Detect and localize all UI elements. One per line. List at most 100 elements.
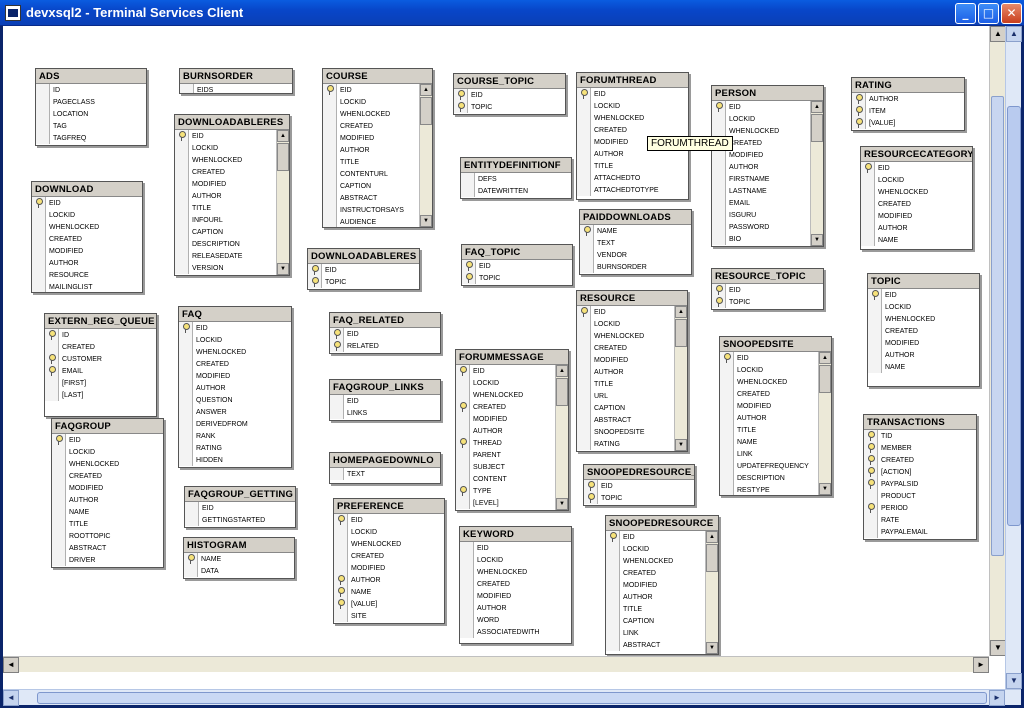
table-resource[interactable]: RESOURCE EID LOCKID WHENLOCKED CREATED MODIFI… — [576, 290, 688, 452]
column-row[interactable]: CREATED — [323, 120, 432, 132]
scroll-down-icon[interactable]: ▼ — [556, 498, 568, 510]
column-row[interactable]: AUTHOR — [720, 412, 831, 424]
column-row[interactable]: ANSWER — [179, 406, 291, 418]
scroll-thumb[interactable] — [819, 365, 831, 393]
column-row[interactable]: SITE — [334, 610, 444, 622]
table-title[interactable]: RESOURCE_TOPIC — [712, 269, 823, 284]
column-row[interactable]: MODIFIED — [32, 245, 142, 257]
column-row[interactable]: NAME — [52, 506, 163, 518]
column-row[interactable]: WHENLOCKED — [868, 313, 979, 325]
column-row[interactable]: AUTHOR — [852, 93, 964, 105]
column-row[interactable]: TITLE — [606, 603, 718, 615]
scroll-down-icon[interactable]: ▼ — [420, 215, 432, 227]
column-row[interactable]: TOPIC — [454, 101, 565, 113]
column-row[interactable]: AUTHOR — [334, 574, 444, 586]
column-row[interactable]: CREATED — [334, 550, 444, 562]
table-preference[interactable]: PREFERENCE EID LOCKID WHENLOCKED CREATED MODI… — [333, 498, 445, 624]
column-row[interactable]: INSTRUCTORSAYS — [323, 204, 432, 216]
scroll-up-icon[interactable]: ▲ — [556, 365, 568, 377]
scroll-up-icon[interactable]: ▲ — [990, 26, 1006, 42]
table-title[interactable]: RATING — [852, 78, 964, 93]
column-row[interactable]: TITLE — [52, 518, 163, 530]
scroll-thumb[interactable] — [277, 143, 289, 171]
scroll-right-icon[interactable]: ► — [989, 690, 1005, 706]
column-row[interactable]: BIO — [712, 233, 823, 245]
column-list[interactable]: EID LINKS — [330, 395, 440, 420]
column-row[interactable]: WHENLOCKED — [32, 221, 142, 233]
column-row[interactable]: TAGFREQ — [36, 132, 146, 144]
column-list[interactable]: NAME DATA — [184, 553, 294, 578]
column-row[interactable]: MODIFIED — [460, 590, 571, 602]
column-row[interactable]: LOCKID — [861, 174, 972, 186]
table-rating[interactable]: RATING AUTHOR ITEM [VALUE] — [851, 77, 965, 131]
column-list[interactable]: EID LOCKID WHENLOCKED CREATED MODIFIED AUTHOR… — [577, 306, 687, 451]
column-row[interactable]: [ACTION] — [864, 466, 976, 478]
column-row[interactable]: LINKS — [330, 407, 440, 419]
column-row[interactable]: CREATED — [52, 470, 163, 482]
column-row[interactable]: MODIFIED — [52, 482, 163, 494]
column-row[interactable]: ID — [45, 329, 156, 341]
column-row[interactable]: EID — [861, 162, 972, 174]
column-row[interactable]: [LAST] — [45, 389, 156, 401]
column-row[interactable]: AUTHOR — [606, 591, 718, 603]
table-title[interactable]: FORUMTHREAD — [577, 73, 688, 88]
table-resourcecategory[interactable]: RESOURCECATEGORY EID LOCKID WHENLOCKED CREAT… — [860, 146, 973, 250]
column-row[interactable]: TID — [864, 430, 976, 442]
table-title[interactable]: FAQGROUP_LINKS — [330, 380, 440, 395]
column-row[interactable]: LOCKID — [323, 96, 432, 108]
table-title[interactable]: FAQ_RELATED — [330, 313, 440, 328]
column-row[interactable]: EID — [577, 306, 687, 318]
column-row[interactable]: TITLE — [720, 424, 831, 436]
column-row[interactable]: EID — [32, 197, 142, 209]
table-scrollbar[interactable]: ▲ ▼ — [705, 531, 718, 654]
table-transactions[interactable]: TRANSACTIONS TID MEMBER CREATED [ACTION] PAYP… — [863, 414, 977, 540]
column-row[interactable]: RESOURCE — [32, 269, 142, 281]
column-row[interactable]: MODIFIED — [175, 178, 289, 190]
column-row[interactable]: PAYPALEMAIL — [864, 526, 976, 538]
column-row[interactable]: VERSION — [175, 262, 289, 274]
column-list[interactable]: EID TOPIC — [308, 264, 419, 289]
table-download[interactable]: DOWNLOAD EID LOCKID WHENLOCKED CREATED MODIFI… — [31, 181, 143, 293]
column-row[interactable]: [FIRST] — [45, 377, 156, 389]
table-title[interactable]: PERSON — [712, 86, 823, 101]
diagram-vertical-scrollbar[interactable]: ▲ ▼ — [989, 26, 1006, 656]
scroll-up-icon[interactable]: ▲ — [706, 531, 718, 543]
column-row[interactable]: AUTHOR — [175, 190, 289, 202]
table-downloadableres[interactable]: DOWNLOADABLERES EID TOPIC — [307, 248, 420, 290]
column-row[interactable]: NAME — [580, 225, 691, 237]
column-row[interactable]: EID — [52, 434, 163, 446]
scroll-left-icon[interactable]: ◄ — [3, 657, 19, 673]
column-row[interactable]: CONTENTURL — [323, 168, 432, 180]
scroll-down-icon[interactable]: ▼ — [990, 640, 1006, 656]
table-title[interactable]: BURNSORDER — [180, 69, 292, 84]
table-title[interactable]: DOWNLOADABLERES — [175, 115, 289, 130]
column-row[interactable]: CUSTOMER — [45, 353, 156, 365]
column-row[interactable]: RELATED — [330, 340, 440, 352]
column-row[interactable]: EID — [584, 480, 694, 492]
diagram-horizontal-scrollbar[interactable]: ◄ ► — [3, 656, 989, 673]
column-row[interactable]: TITLE — [577, 160, 688, 172]
column-row[interactable]: WHENLOCKED — [606, 555, 718, 567]
column-row[interactable]: WHENLOCKED — [720, 376, 831, 388]
column-row[interactable]: ABSTRACT — [52, 542, 163, 554]
column-row[interactable]: EID — [185, 502, 295, 514]
column-list[interactable]: EID TOPIC — [584, 480, 694, 505]
column-row[interactable]: LOCKID — [456, 377, 568, 389]
table-snoopedresource-[interactable]: SNOOPEDRESOURCE_ EID TOPIC — [583, 464, 695, 506]
diagram-canvas[interactable]: ADS ID PAGECLASS LOCATION TAG TAGFREQ BURNSORD… — [3, 26, 989, 656]
scroll-right-icon[interactable]: ► — [973, 657, 989, 673]
column-row[interactable]: ITEM — [852, 105, 964, 117]
column-list[interactable]: EID TOPIC — [454, 89, 565, 114]
column-row[interactable]: ISGURU — [712, 209, 823, 221]
column-row[interactable]: CREATED — [32, 233, 142, 245]
column-row[interactable]: DESCRIPTION — [175, 238, 289, 250]
column-row[interactable]: WORD — [460, 614, 571, 626]
column-row[interactable]: CREATED — [577, 124, 688, 136]
column-row[interactable]: EID — [456, 365, 568, 377]
column-row[interactable]: MODIFIED — [323, 132, 432, 144]
column-row[interactable]: RELEASEDATE — [175, 250, 289, 262]
column-row[interactable]: TITLE — [175, 202, 289, 214]
column-row[interactable]: WHENLOCKED — [460, 566, 571, 578]
column-row[interactable]: LOCKID — [460, 554, 571, 566]
column-list[interactable]: NAME TEXT VENDOR BURNSORDER — [580, 225, 691, 274]
